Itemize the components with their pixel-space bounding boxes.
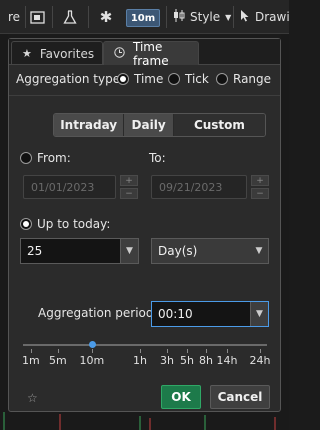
toolbar-item-truncated-label: re xyxy=(7,10,20,24)
aggregation-time-radio[interactable] xyxy=(117,73,129,85)
timeframe-dialog: ★ Favorites Time frame Aggregation type:… xyxy=(8,38,281,412)
drawings-label: Drawi xyxy=(255,10,290,24)
up-to-today-label: Up to today: xyxy=(37,217,111,231)
minus-icon[interactable]: − xyxy=(251,188,269,199)
slider-tick xyxy=(92,349,93,353)
aggregation-range-label: Range xyxy=(233,72,272,86)
slider-tick xyxy=(187,349,188,353)
to-date-field[interactable]: 09/21/2023 xyxy=(151,175,247,199)
aggregation-type-label: Aggregation type: xyxy=(16,72,125,86)
tab-custom[interactable]: Custom xyxy=(173,114,265,136)
slider-tick-label: 3h xyxy=(160,354,174,367)
slider-track[interactable] xyxy=(23,344,267,346)
slider-tick-label: 1h xyxy=(133,354,147,367)
day-count-value: 25 xyxy=(27,244,43,258)
toolbar-separator xyxy=(52,6,53,28)
toolbar-separator xyxy=(233,6,234,28)
drawings-button[interactable]: Drawi xyxy=(240,0,290,34)
from-radio[interactable] xyxy=(20,152,32,164)
clock-icon xyxy=(114,46,125,61)
chevron-down-icon[interactable]: ▼ xyxy=(250,302,268,326)
ok-button[interactable]: OK xyxy=(161,385,201,409)
dialog-tabs: ★ Favorites Time frame xyxy=(9,39,280,68)
chevron-down-icon: ▼ xyxy=(225,12,232,22)
slider-tick xyxy=(58,349,59,353)
notes-icon[interactable] xyxy=(28,0,46,34)
toolbar-separator xyxy=(166,6,167,28)
slider-tick xyxy=(140,349,141,353)
style-label: Style xyxy=(190,10,221,24)
up-to-today-radio[interactable] xyxy=(20,218,32,230)
aggregation-tick-radio[interactable] xyxy=(168,73,180,85)
aggregation-period-label: Aggregation period: xyxy=(38,306,158,320)
chevron-down-icon[interactable]: ▼ xyxy=(120,239,138,263)
slider-handle[interactable] xyxy=(89,341,96,348)
from-label: From: xyxy=(37,151,71,165)
aggregation-period-value: 00:10 xyxy=(158,307,193,321)
slider-tick-label: 5m xyxy=(49,354,67,367)
period-mode-segment: Intraday Daily Custom xyxy=(53,113,266,137)
tab-time-frame[interactable]: Time frame xyxy=(103,39,199,68)
aggregation-tick-label: Tick xyxy=(185,72,209,86)
aggregation-time-label: Time xyxy=(134,72,164,86)
slider-tick-label: 5h xyxy=(180,354,194,367)
minus-icon[interactable]: − xyxy=(120,188,138,199)
day-count-select[interactable]: 25 ▼ xyxy=(20,238,139,264)
to-label: To: xyxy=(149,151,166,165)
slider-tick-label: 1m xyxy=(22,354,40,367)
chart-background xyxy=(0,34,8,430)
tab-daily[interactable]: Daily xyxy=(124,114,174,136)
aggregation-period-select[interactable]: 00:10 ▼ xyxy=(151,301,269,327)
toolbar-separator xyxy=(88,6,89,28)
slider-tick-label: 8h xyxy=(199,354,213,367)
slider-tick xyxy=(167,349,168,353)
chart-background xyxy=(0,412,289,430)
gear-icon[interactable]: ✱ xyxy=(97,0,115,34)
slider-tick xyxy=(227,349,228,353)
divider xyxy=(9,95,280,96)
tab-intraday[interactable]: Intraday xyxy=(54,114,125,136)
top-toolbar: re ✱ 10m Style ▼ Drawi xyxy=(0,0,290,34)
style-button[interactable]: Style ▼ xyxy=(173,0,231,34)
slider-tick xyxy=(31,349,32,353)
cursor-icon xyxy=(240,9,250,25)
aggregation-range-radio[interactable] xyxy=(216,73,228,85)
star-icon: ★ xyxy=(22,47,32,60)
slider-tick-label: 10m xyxy=(79,354,105,367)
time-unit-value: Day(s) xyxy=(158,244,198,258)
time-unit-select[interactable]: Day(s) ▼ xyxy=(151,238,269,264)
plus-icon[interactable]: + xyxy=(251,175,269,186)
cancel-button[interactable]: Cancel xyxy=(210,385,270,409)
tab-favorites[interactable]: ★ Favorites xyxy=(11,41,103,65)
slider-tick xyxy=(206,349,207,353)
flask-icon[interactable] xyxy=(61,0,79,34)
chevron-down-icon[interactable]: ▼ xyxy=(250,239,268,263)
from-date-field[interactable]: 01/01/2023 xyxy=(23,175,116,199)
to-date-stepper[interactable]: + − xyxy=(251,175,269,199)
toolbar-item-truncated[interactable]: re xyxy=(0,0,22,34)
toolbar-separator xyxy=(25,6,26,28)
timeframe-button[interactable]: 10m xyxy=(126,9,160,27)
candles-icon xyxy=(173,9,185,25)
tab-favorites-label: Favorites xyxy=(39,46,95,61)
slider-tick xyxy=(260,349,261,353)
favorite-star-icon[interactable]: ☆ xyxy=(27,391,38,405)
plus-icon[interactable]: + xyxy=(120,175,138,186)
slider-tick-label: 14h xyxy=(216,354,238,367)
from-date-stepper[interactable]: + − xyxy=(120,175,138,199)
chart-background xyxy=(281,34,289,430)
tab-time-frame-label: Time frame xyxy=(133,39,169,68)
slider-tick-label: 24h xyxy=(249,354,271,367)
